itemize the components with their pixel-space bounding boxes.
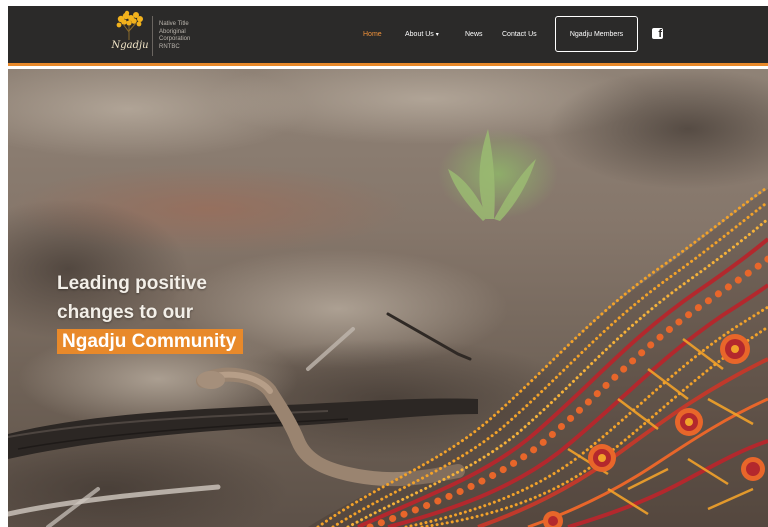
site-header: Ngadju Native Title Aboriginal Corporati… bbox=[8, 6, 768, 66]
chevron-down-icon: ▾ bbox=[435, 32, 439, 38]
logo-line: Native Title bbox=[159, 21, 189, 27]
nav-contact-us[interactable]: Contact Us bbox=[502, 31, 537, 38]
logo-line: RNTBC bbox=[159, 43, 180, 50]
ngadju-members-button[interactable]: Ngadju Members bbox=[555, 16, 638, 52]
headline-highlight: Ngadju Community bbox=[57, 329, 244, 354]
headline-line-1: Leading positive bbox=[57, 273, 207, 294]
page: Ngadju Native Title Aboriginal Corporati… bbox=[8, 6, 768, 527]
logo-line: Corporation bbox=[159, 36, 191, 42]
wattle-logo-icon: Ngadju bbox=[111, 10, 149, 62]
nav-home[interactable]: Home bbox=[363, 31, 382, 38]
headline-line-2: changes to our bbox=[57, 302, 194, 323]
nav-news[interactable]: News bbox=[465, 31, 483, 38]
site-logo[interactable]: Ngadju Native Title Aboriginal Corporati… bbox=[111, 9, 190, 63]
hero-banner: Leading positive changes to our Ngadju C… bbox=[8, 69, 768, 527]
logo-script: Ngadju bbox=[111, 40, 149, 51]
logo-line: Aboriginal bbox=[159, 28, 186, 35]
nav-about-us-label: About Us bbox=[405, 31, 434, 38]
facebook-icon[interactable]: f bbox=[652, 28, 663, 39]
hero-headline: Leading positive changes to our Ngadju C… bbox=[57, 269, 244, 354]
logo-divider bbox=[152, 16, 153, 56]
logo-wordmark: Native Title Aboriginal Corporation RNTB… bbox=[159, 21, 190, 51]
nav-about-us[interactable]: About Us ▾ bbox=[405, 31, 439, 38]
